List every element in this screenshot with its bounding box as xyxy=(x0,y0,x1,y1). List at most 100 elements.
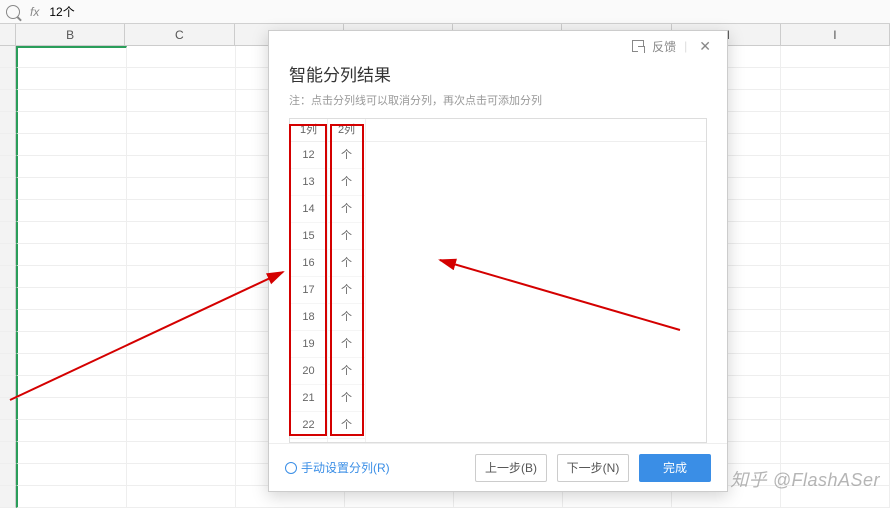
col-header[interactable]: I xyxy=(781,24,890,45)
split-col-header[interactable]: 2列 xyxy=(328,119,366,141)
cell[interactable] xyxy=(127,266,236,288)
cell[interactable] xyxy=(781,222,890,244)
dialog-note: 注：点击分列线可以取消分列，再次点击可添加分列 xyxy=(289,92,707,108)
cell[interactable] xyxy=(781,354,890,376)
cell[interactable] xyxy=(127,486,236,508)
cell[interactable] xyxy=(781,112,890,134)
cell[interactable] xyxy=(781,200,890,222)
split-cell-col1: 18 xyxy=(290,304,328,331)
cell[interactable] xyxy=(127,420,236,442)
separator: | xyxy=(684,39,687,53)
cell[interactable] xyxy=(781,156,890,178)
split-cell-col2: 个 xyxy=(328,169,366,196)
fx-label: fx xyxy=(30,5,39,19)
split-cell-col2: 个 xyxy=(328,196,366,223)
split-row: 18个 xyxy=(290,304,706,331)
cell[interactable] xyxy=(16,464,127,486)
cell[interactable] xyxy=(16,134,127,156)
cell[interactable] xyxy=(16,486,127,508)
cell[interactable] xyxy=(16,68,127,90)
cell[interactable] xyxy=(16,288,127,310)
watermark: 知乎 @FlashASer xyxy=(730,466,880,492)
split-row: 12个 xyxy=(290,142,706,169)
cell[interactable] xyxy=(781,134,890,156)
cell[interactable] xyxy=(16,156,127,178)
row-number xyxy=(0,178,16,200)
split-cell-col2: 个 xyxy=(328,412,366,439)
cell[interactable] xyxy=(16,244,127,266)
cell[interactable] xyxy=(127,90,236,112)
cell[interactable] xyxy=(781,244,890,266)
done-button[interactable]: 完成 xyxy=(639,454,711,482)
row-number xyxy=(0,244,16,266)
cell[interactable] xyxy=(16,420,127,442)
cell[interactable] xyxy=(781,288,890,310)
cell[interactable] xyxy=(127,398,236,420)
cell[interactable] xyxy=(127,332,236,354)
split-col-header[interactable]: 1列 xyxy=(290,119,328,141)
cell[interactable] xyxy=(127,200,236,222)
cell[interactable] xyxy=(781,90,890,112)
row-number xyxy=(0,376,16,398)
cell[interactable] xyxy=(127,376,236,398)
split-table-body: 12个13个14个15个16个17个18个19个20个21个22个23个 xyxy=(290,142,706,443)
cell[interactable] xyxy=(127,288,236,310)
cell[interactable] xyxy=(781,266,890,288)
cell[interactable] xyxy=(16,200,127,222)
cell[interactable] xyxy=(781,178,890,200)
split-cell-col2: 个 xyxy=(328,277,366,304)
formula-input[interactable] xyxy=(49,5,249,19)
cell[interactable] xyxy=(781,420,890,442)
split-cell-col1: 12 xyxy=(290,142,328,169)
cell[interactable] xyxy=(16,376,127,398)
cell[interactable] xyxy=(16,46,127,68)
cell[interactable] xyxy=(16,332,127,354)
cell[interactable] xyxy=(16,398,127,420)
cell[interactable] xyxy=(781,68,890,90)
cell[interactable] xyxy=(16,90,127,112)
cell[interactable] xyxy=(127,442,236,464)
cell[interactable] xyxy=(16,354,127,376)
feedback-link[interactable]: 反馈 xyxy=(652,38,676,55)
col-header[interactable]: C xyxy=(125,24,234,45)
row-number xyxy=(0,464,16,486)
cell[interactable] xyxy=(16,112,127,134)
manual-split-link[interactable]: 手动设置分列(R) xyxy=(285,459,390,476)
cell[interactable] xyxy=(781,46,890,68)
close-icon[interactable]: ✕ xyxy=(695,38,715,55)
cell[interactable] xyxy=(781,376,890,398)
split-cell-col2: 个 xyxy=(328,223,366,250)
col-header[interactable]: B xyxy=(16,24,125,45)
cell[interactable] xyxy=(16,178,127,200)
cell[interactable] xyxy=(127,464,236,486)
split-cell-col2: 个 xyxy=(328,142,366,169)
split-row: 21个 xyxy=(290,385,706,412)
cell[interactable] xyxy=(781,398,890,420)
cell[interactable] xyxy=(781,332,890,354)
cell[interactable] xyxy=(127,112,236,134)
cell[interactable] xyxy=(16,442,127,464)
row-number xyxy=(0,200,16,222)
cell[interactable] xyxy=(16,222,127,244)
cell[interactable] xyxy=(127,244,236,266)
row-number xyxy=(0,112,16,134)
cell[interactable] xyxy=(127,222,236,244)
cell[interactable] xyxy=(781,310,890,332)
split-preview-table[interactable]: 1列 2列 12个13个14个15个16个17个18个19个20个21个22个2… xyxy=(289,118,707,443)
cell[interactable] xyxy=(127,46,236,68)
cell[interactable] xyxy=(127,68,236,90)
cell[interactable] xyxy=(127,134,236,156)
cell[interactable] xyxy=(127,178,236,200)
cell[interactable] xyxy=(16,310,127,332)
cell[interactable] xyxy=(127,156,236,178)
split-cell-col1: 20 xyxy=(290,358,328,385)
split-cell-col1: 15 xyxy=(290,223,328,250)
cell[interactable] xyxy=(127,310,236,332)
cell[interactable] xyxy=(16,266,127,288)
row-number xyxy=(0,134,16,156)
cell[interactable] xyxy=(781,442,890,464)
search-icon xyxy=(6,5,20,19)
prev-button[interactable]: 上一步(B) xyxy=(475,454,547,482)
next-button[interactable]: 下一步(N) xyxy=(557,454,629,482)
cell[interactable] xyxy=(127,354,236,376)
